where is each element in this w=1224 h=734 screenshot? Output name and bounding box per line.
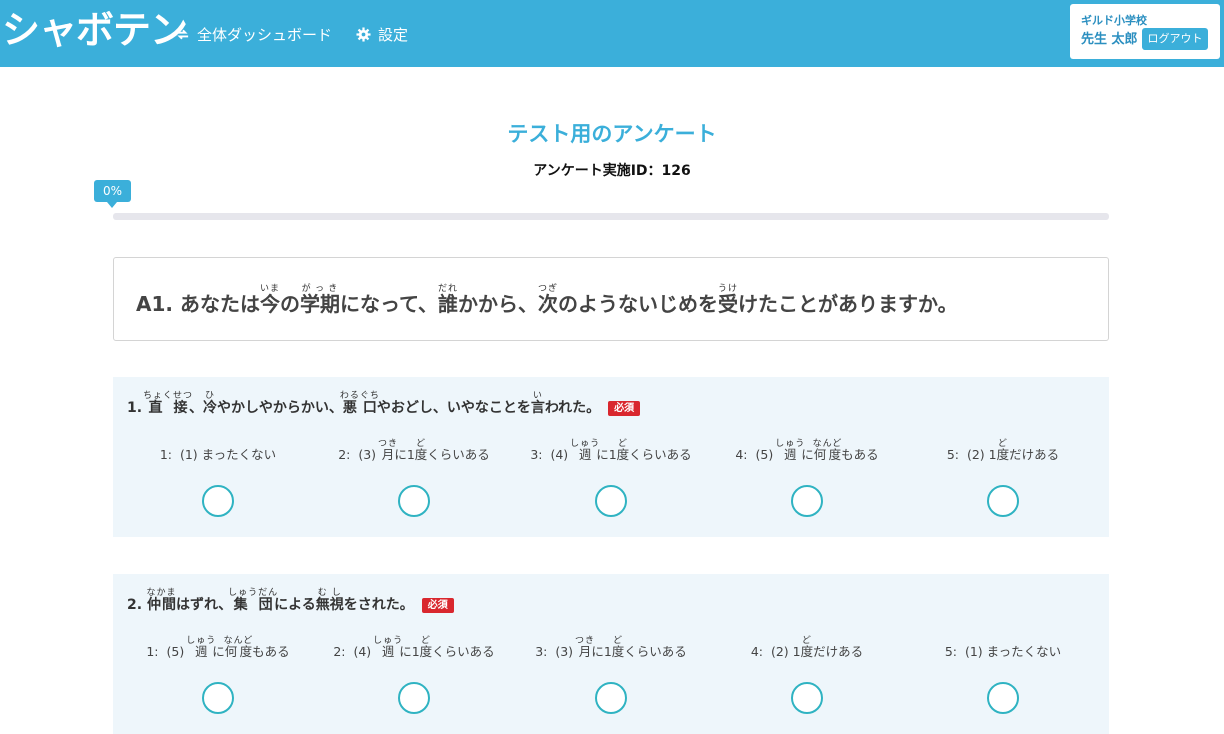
survey-title: テスト用のアンケート <box>507 122 717 146</box>
radio-button[interactable] <box>987 485 1019 517</box>
radio-button[interactable] <box>398 485 430 517</box>
answer-option: 2: (3) 月つきに1度どくらいある <box>319 437 509 517</box>
radio-button[interactable] <box>398 682 430 714</box>
app-logo[interactable]: シャボテン <box>2 2 188 58</box>
section-prefix: A1. <box>136 292 180 316</box>
progress-tooltip: 0% <box>94 180 131 208</box>
section-heading-box: A1. あなたは今いまの学期がっきになって、誰だれかから、次つぎのようないじめを… <box>113 257 1109 341</box>
question-card-1: 1. 直接ちょくせつ、冷ひやかしやからかい、悪口わるぐちやおどし、いやなことを言… <box>113 377 1109 537</box>
radio-button[interactable] <box>202 682 234 714</box>
option-label: 3: (3) 月つきに1度どくらいある <box>535 636 687 659</box>
radio-button[interactable] <box>987 682 1019 714</box>
radio-button[interactable] <box>595 682 627 714</box>
option-label: 4: (5) 週しゅうに何度なんどもある <box>735 439 879 462</box>
answer-option: 4: (5) 週しゅうに何度なんどもある <box>712 437 902 517</box>
progress-bar <box>113 213 1109 220</box>
answer-option: 4: (2) 1度どだけある <box>712 634 902 714</box>
required-badge: 必須 <box>608 400 641 416</box>
answer-option: 2: (4) 週しゅうに1度どくらいある <box>319 634 509 714</box>
top-nav-bar: シャボテン 全体ダッシュボード 設定 ギルド小学校 先生 太郎 ログアウト <box>0 0 1224 67</box>
question-text: 1. 直接ちょくせつ、冷ひやかしやからかい、悪口わるぐちやおどし、いやなことを言… <box>127 391 641 424</box>
user-name: 先生 太郎 <box>1081 32 1138 47</box>
logout-button[interactable]: ログアウト <box>1142 28 1208 50</box>
survey-id: アンケート実施ID：126 <box>533 163 691 179</box>
school-name: ギルド小学校 <box>1081 14 1147 27</box>
option-label: 1: (5) 週しゅうに何度なんどもある <box>146 636 290 659</box>
option-label: 3: (4) 週しゅうに1度どくらいある <box>530 439 692 462</box>
nav-settings-link[interactable]: 設定 <box>356 22 408 46</box>
option-label: 5: (2) 1度どだけある <box>946 439 1060 462</box>
answer-option: 1: (1) まったくない <box>123 437 313 517</box>
answer-option: 3: (3) 月つきに1度どくらいある <box>516 634 706 714</box>
radio-button[interactable] <box>202 485 234 517</box>
nav-settings-label: 設定 <box>378 25 409 44</box>
radio-button[interactable] <box>791 485 823 517</box>
option-label: 5: (1) まったくない <box>944 644 1062 659</box>
nav-dashboard-label: 全体ダッシュボード <box>197 25 333 44</box>
user-info-box: ギルド小学校 先生 太郎 ログアウト <box>1070 4 1220 59</box>
gear-icon <box>356 26 371 42</box>
radio-button[interactable] <box>595 485 627 517</box>
option-label: 2: (3) 月つきに1度どくらいある <box>338 439 490 462</box>
section-heading-text: A1. あなたは今いまの学期がっきになって、誰だれかから、次つぎのようないじめを… <box>136 284 958 316</box>
question-text: 2. 仲間なかまはずれ、集団しゅうだんによる無視むしをされた。 必須 <box>127 588 454 621</box>
radio-button[interactable] <box>791 682 823 714</box>
answer-option: 5: (2) 1度どだけある <box>908 437 1098 517</box>
option-label: 1: (1) まったくない <box>159 447 277 462</box>
nav-dashboard-link[interactable]: 全体ダッシュボード <box>175 22 332 46</box>
question-card-2: 2. 仲間なかまはずれ、集団しゅうだんによる無視むしをされた。 必須 1: (5)… <box>113 574 1109 734</box>
answer-option: 5: (1) まったくない <box>908 634 1098 714</box>
question-number: 2. <box>127 597 147 613</box>
required-badge: 必須 <box>421 597 454 613</box>
answer-option: 3: (4) 週しゅうに1度どくらいある <box>516 437 706 517</box>
refresh-icon <box>176 29 189 39</box>
answer-option: 1: (5) 週しゅうに何度なんどもある <box>123 634 313 714</box>
option-label: 2: (4) 週しゅうに1度どくらいある <box>333 636 495 659</box>
option-label: 4: (2) 1度どだけある <box>750 636 864 659</box>
